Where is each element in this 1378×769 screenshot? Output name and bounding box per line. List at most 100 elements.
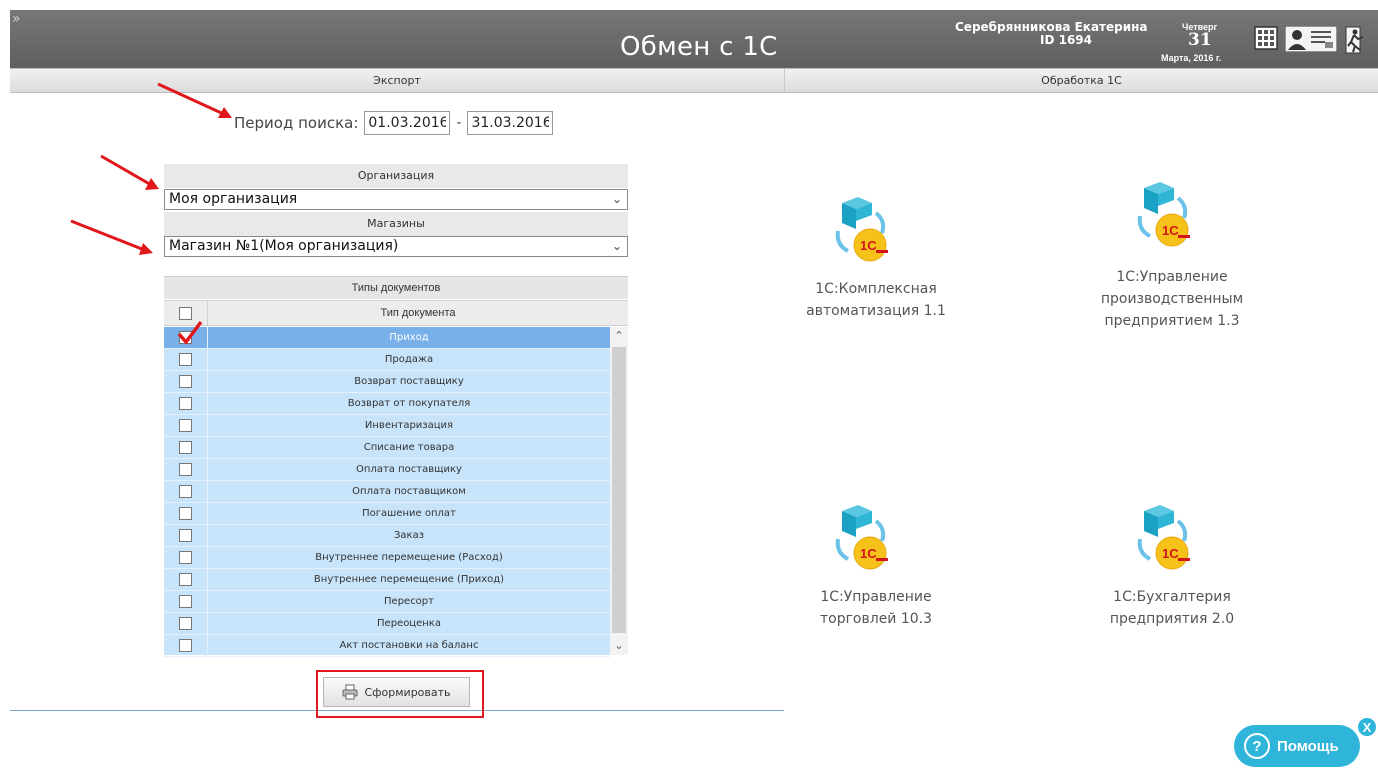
onec-config-name: 1С:Бухгалтерия	[1113, 589, 1231, 605]
onec-config-item[interactable]: 1С 1С:Управление производственным предприят…	[1082, 180, 1262, 330]
onec-config-item[interactable]: 1С 1С:Комплексная автоматизация 1.1	[786, 195, 966, 345]
row-checkbox[interactable]	[179, 507, 192, 520]
checkbox-cell	[164, 349, 208, 371]
profile-card-icon[interactable]	[1285, 26, 1337, 52]
onec-config-name: 1С:Управление	[1116, 269, 1228, 285]
doc-type-label: Приход	[389, 332, 429, 343]
row-checkbox[interactable]	[179, 573, 192, 586]
help-close-button[interactable]: X	[1357, 717, 1377, 737]
row-checkbox[interactable]	[179, 441, 192, 454]
doc-type-label: Возврат от покупателя	[347, 398, 471, 409]
help-button[interactable]: ? Помощь	[1234, 725, 1360, 767]
doc-type-label: Внутреннее перемещение (Расход)	[315, 552, 503, 563]
app-root: » Обмен с 1С Серебрянникова Екатерина ID…	[0, 0, 1378, 769]
list-item[interactable]: Приход	[164, 320, 610, 349]
checkbox-cell	[164, 503, 208, 525]
row-checkbox[interactable]	[179, 353, 192, 366]
list-item[interactable]: Продажа	[164, 349, 610, 371]
tab-processing-1c[interactable]: Обработка 1С	[785, 69, 1378, 93]
list-item[interactable]: Переоценка	[164, 613, 610, 635]
checkbox-cell	[164, 613, 208, 635]
checkbox-cell	[164, 415, 208, 437]
svg-text:1С: 1С	[1162, 546, 1179, 561]
column-title: Тип документа	[380, 307, 456, 319]
doc-types-column-header: Тип документа	[164, 300, 628, 326]
list-item[interactable]: Акт постановки на баланс	[164, 635, 610, 657]
annotation-highlight-box	[316, 670, 484, 718]
list-item[interactable]: Внутреннее перемещение (Расход)	[164, 547, 610, 569]
onec-logo-icon: 1С	[835, 197, 888, 262]
row-checkbox[interactable]	[177, 320, 203, 345]
onec-config-name: производственным	[1100, 291, 1244, 307]
scroll-thumb[interactable]	[612, 347, 626, 633]
row-checkbox[interactable]	[179, 595, 192, 608]
checkbox-cell	[164, 635, 208, 657]
onec-config-item[interactable]: 1С 1С:Управление торговлей 10.3	[786, 503, 966, 653]
scroll-up-icon[interactable]: ⌃	[610, 327, 628, 345]
doc-type-label: Инвентаризация	[364, 420, 454, 431]
list-item[interactable]: Оплата поставщику	[164, 459, 610, 481]
organization-select[interactable]: Моя организация ⌄	[164, 189, 628, 210]
tab-export[interactable]: Экспорт	[10, 69, 785, 93]
checkbox-cell	[164, 591, 208, 613]
list-item[interactable]: Внутреннее перемещение (Приход)	[164, 569, 610, 591]
list-item[interactable]: Инвентаризация	[164, 415, 610, 437]
list-item[interactable]: Заказ	[164, 525, 610, 547]
exit-icon[interactable]	[1344, 26, 1368, 54]
period-separator: -	[456, 115, 462, 131]
app-header: » Обмен с 1С Серебрянникова Екатерина ID…	[10, 10, 1378, 68]
doc-type-label: Переоценка	[377, 618, 441, 629]
checkbox-cell	[164, 371, 208, 393]
scroll-down-icon[interactable]: ⌄	[610, 637, 628, 655]
list-item[interactable]: Возврат от покупателя	[164, 393, 610, 415]
row-checkbox[interactable]	[179, 419, 192, 432]
user-name: Серебрянникова Екатерина	[955, 20, 1148, 34]
month-year: Марта, 2016 г.	[1161, 53, 1222, 63]
date-from-input[interactable]	[364, 111, 451, 135]
doc-type-label: Внутреннее перемещение (Приход)	[313, 574, 505, 585]
svg-text:1С: 1С	[1162, 223, 1179, 238]
doc-type-label: Пересорт	[384, 596, 434, 607]
menu-chevron-icon[interactable]: »	[12, 12, 21, 26]
doc-types-header: Типы документов	[164, 276, 628, 299]
user-id: ID 1694	[1040, 33, 1093, 47]
row-checkbox[interactable]	[179, 375, 192, 388]
organization-value: Моя организация	[169, 191, 298, 207]
row-checkbox[interactable]	[179, 551, 192, 564]
list-item[interactable]: Возврат поставщику	[164, 371, 610, 393]
page-title: Обмен с 1С	[620, 32, 778, 62]
onec-config-item[interactable]: 1С 1С:Бухгалтерия предприятия 2.0	[1082, 503, 1262, 653]
annotation-arrow-icon	[100, 154, 159, 190]
checkbox-cell	[164, 525, 208, 547]
list-item[interactable]: Погашение оплат	[164, 503, 610, 525]
onec-logo-icon: 1С	[1137, 505, 1190, 570]
period-row: Период поиска: -	[234, 111, 554, 135]
calculator-icon[interactable]	[1254, 26, 1278, 50]
doc-type-label: Списание товара	[363, 442, 455, 453]
annotation-arrow-icon	[157, 82, 232, 118]
row-checkbox[interactable]	[179, 397, 192, 410]
chevron-down-icon: ⌄	[611, 239, 622, 253]
list-item[interactable]: Списание товара	[164, 437, 610, 459]
onec-config-name: 1С:Управление	[820, 589, 932, 605]
doc-type-label: Оплата поставщиком	[352, 486, 466, 497]
row-checkbox[interactable]	[179, 617, 192, 630]
row-checkbox[interactable]	[179, 529, 192, 542]
doc-type-label: Продажа	[384, 354, 434, 365]
checkbox-cell	[164, 481, 208, 503]
list-item[interactable]: Пересорт	[164, 591, 610, 613]
list-item[interactable]: Оплата поставщиком	[164, 481, 610, 503]
shops-value: Магазин №1(Моя организация)	[169, 238, 399, 254]
doc-type-label: Акт постановки на баланс	[339, 640, 479, 651]
shops-select[interactable]: Магазин №1(Моя организация) ⌄	[164, 236, 628, 257]
doc-type-label: Погашение оплат	[362, 508, 456, 519]
list-scrollbar[interactable]: ⌃ ⌄	[610, 327, 628, 655]
select-all-checkbox[interactable]	[179, 307, 192, 320]
row-checkbox[interactable]	[179, 463, 192, 476]
date-to-input[interactable]	[467, 111, 554, 135]
period-label: Период поиска:	[234, 114, 359, 132]
row-checkbox[interactable]	[179, 639, 192, 652]
svg-text:1С: 1С	[860, 238, 877, 253]
help-label: Помощь	[1277, 737, 1339, 755]
row-checkbox[interactable]	[179, 485, 192, 498]
